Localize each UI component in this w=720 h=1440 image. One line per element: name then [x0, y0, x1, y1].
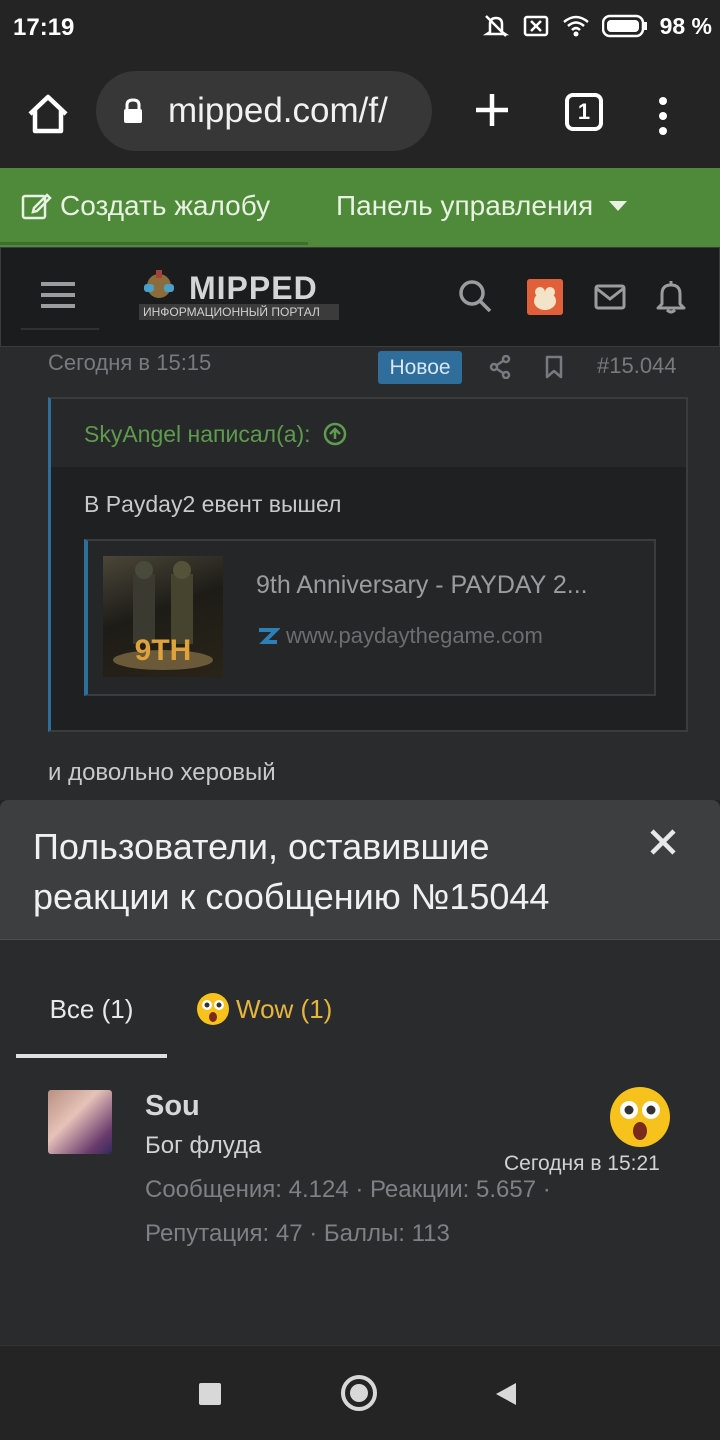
url-text: mipped.com/f/ [168, 91, 388, 130]
tab-wow-label: Wow (1) [236, 993, 333, 1024]
post-date[interactable]: Сегодня в 15:15 [48, 350, 211, 376]
search-icon[interactable] [457, 278, 493, 314]
arrow-up-circle-icon [323, 422, 347, 446]
tab-all[interactable]: Все (1) [16, 960, 167, 1058]
recents-icon[interactable] [199, 1383, 221, 1405]
tab-wow[interactable]: Wow (1) [196, 960, 332, 1058]
divider [21, 328, 99, 330]
edit-icon [21, 193, 52, 220]
dialog-title: Пользователи, оставившие реакции к сообщ… [33, 826, 550, 917]
caret-down-icon [609, 201, 628, 211]
home-nav-icon[interactable] [341, 1375, 377, 1411]
system-nav-bar [0, 1345, 720, 1440]
site-favicon-icon [259, 628, 280, 644]
post-number[interactable]: #15.044 [597, 353, 677, 379]
control-panel-dropdown[interactable]: Панель управления [336, 190, 628, 222]
status-bar: 17:19 98 % [0, 0, 720, 56]
username[interactable]: Sou [145, 1090, 200, 1123]
create-report-link[interactable]: Создать жалобу [20, 190, 270, 222]
link-preview-title: 9th Anniversary - PAYDAY 2... [256, 571, 588, 599]
avatar-image [527, 279, 563, 315]
link-preview[interactable]: 9TH 9th Anniversary - PAYDAY 2... www.pa… [84, 539, 656, 696]
quote-header[interactable]: SkyAngel написал(а): [51, 399, 686, 467]
wow-reaction-icon [610, 1087, 670, 1147]
logo-mascot-icon [144, 270, 174, 298]
new-badge: Новое [378, 351, 462, 384]
user-title: Бог флуда [145, 1132, 262, 1159]
active-tab-underline [16, 1054, 167, 1058]
create-report-label: Создать жалобу [60, 190, 271, 221]
home-icon[interactable] [24, 90, 72, 138]
preview-9th-text: 9TH [135, 634, 192, 667]
battery-percent: 98 % [659, 12, 712, 39]
post-body: и довольно херовый [48, 759, 276, 786]
status-time: 17:19 [13, 14, 75, 41]
status-icons: 98 % [482, 12, 712, 40]
wifi-icon [562, 15, 589, 37]
battery-icon [601, 14, 647, 38]
moderator-bar: Создать жалобу Панель управления [0, 168, 720, 247]
quote-block: SkyAngel написал(а): В Payday2 евент выш… [48, 397, 688, 732]
mute-icon [482, 15, 509, 37]
bell-icon[interactable] [656, 280, 686, 314]
back-icon[interactable] [494, 1381, 518, 1407]
user-avatar-button[interactable] [527, 279, 563, 315]
quote-text: В Payday2 евент вышел [84, 491, 342, 517]
lock-icon [124, 98, 142, 123]
active-underline [0, 242, 308, 245]
wow-emoji-icon [197, 993, 229, 1025]
post-content: Сегодня в 15:15 Новое #15.044 SkyAngel н… [0, 347, 720, 800]
avatar[interactable] [48, 1090, 112, 1154]
link-preview-image: 9TH [103, 556, 223, 677]
user-stats: Сообщения: 4.124 · Реакции: 5.657 · Репу… [145, 1176, 551, 1247]
close-icon[interactable] [649, 828, 677, 856]
reactions-dialog: Пользователи, оставившие реакции к сообщ… [0, 800, 720, 1345]
address-bar[interactable]: mipped.com/f/ [96, 71, 432, 151]
logo-title: MIPPED [189, 270, 318, 306]
logo-subtitle: ИНФОРМАЦИОННЫЙ ПОРТАЛ [139, 304, 339, 320]
share-icon[interactable] [489, 355, 511, 379]
link-preview-url: www.paydaythegame.com [256, 623, 543, 649]
bookmark-icon[interactable] [545, 355, 563, 379]
mail-icon[interactable] [594, 284, 626, 310]
site-header: MIPPED ИНФОРМАЦИОННЫЙ ПОРТАЛ [0, 247, 720, 347]
hamburger-menu-icon[interactable] [41, 280, 75, 310]
control-panel-label: Панель управления [336, 190, 594, 221]
more-menu-icon[interactable] [655, 96, 671, 136]
reaction-time: Сегодня в 15:21 [504, 1152, 660, 1175]
browser-toolbar: mipped.com/f/ 1 [0, 56, 720, 168]
link-preview-domain: www.paydaythegame.com [286, 623, 543, 648]
new-tab-icon[interactable] [470, 88, 514, 132]
dialog-header: Пользователи, оставившие реакции к сообщ… [0, 800, 720, 940]
tab-switcher-button[interactable]: 1 [565, 93, 603, 131]
no-sim-icon [523, 15, 548, 37]
quote-author: SkyAngel написал(а): [84, 421, 311, 447]
